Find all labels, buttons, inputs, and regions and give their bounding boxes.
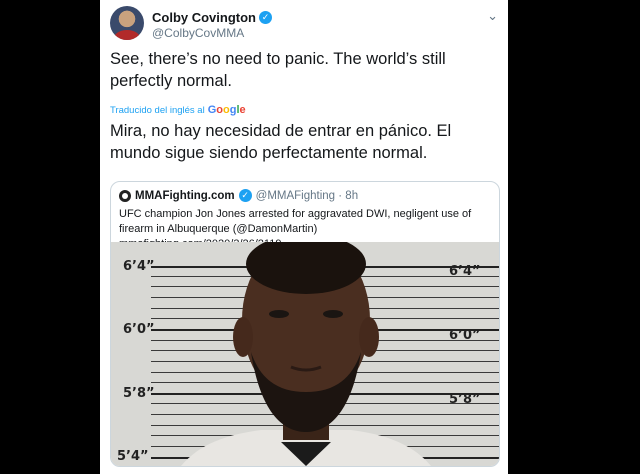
tweet-text: See, there’s no need to panic. The world… — [110, 50, 446, 90]
author-handle[interactable]: @ColbyCovMMA — [152, 26, 272, 40]
tweet-card: Colby Covington ✓ @ColbyCovMMA ⌄ See, th… — [100, 0, 508, 474]
author-name-row[interactable]: Colby Covington ✓ — [152, 10, 272, 25]
verified-badge-icon: ✓ — [259, 11, 272, 24]
quoted-tweet-image[interactable]: 6’4” 6’0” 5’8” 5’4” 6’4” 6’0” 5’8” — [111, 242, 499, 466]
quoted-author-name[interactable]: MMAFighting.com — [135, 190, 235, 202]
translated-tweet-text: Mira, no hay necesidad de entrar en páni… — [110, 122, 452, 162]
translation-label[interactable]: Traducido del inglés al Google — [110, 104, 246, 116]
verified-badge-icon: ✓ — [238, 189, 252, 202]
avatar[interactable] — [110, 6, 144, 40]
quoted-tweet[interactable]: MMAFighting.com ✓ @MMAFighting · 8h UFC … — [110, 181, 500, 467]
quoted-tweet-header: MMAFighting.com ✓ @MMAFighting · 8h — [119, 189, 358, 202]
chevron-down-icon[interactable]: ⌄ — [487, 8, 498, 24]
mugshot-person — [181, 242, 431, 466]
mmafighting-logo-icon — [119, 189, 131, 202]
author-block: Colby Covington ✓ @ColbyCovMMA — [152, 10, 272, 40]
quoted-author-meta: @MMAFighting · 8h — [255, 189, 359, 202]
author-name[interactable]: Colby Covington — [152, 10, 256, 25]
translated-from-text[interactable]: Traducido del inglés al — [110, 105, 205, 116]
google-logo: Google — [207, 104, 246, 116]
